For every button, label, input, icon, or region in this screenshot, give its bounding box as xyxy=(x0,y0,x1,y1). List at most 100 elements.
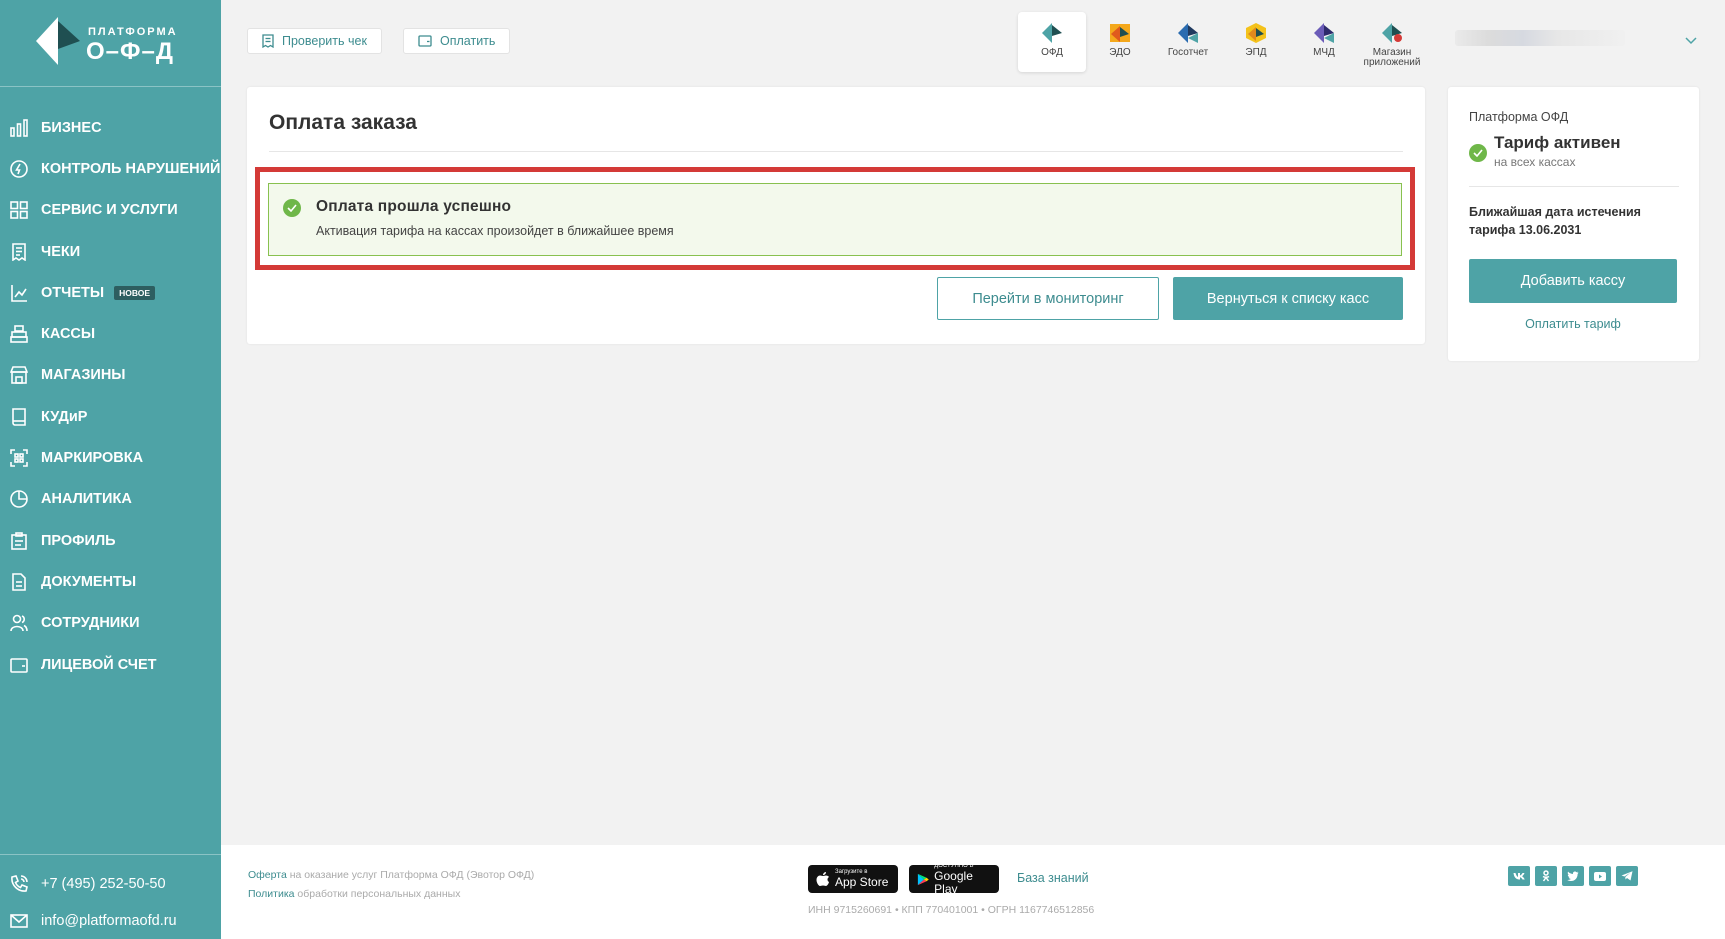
sidebar-item-label: МАРКИРОВКА xyxy=(41,450,144,467)
success-title: Оплата прошла успешно xyxy=(316,198,512,215)
phone-number: +7 (495) 252-50-50 xyxy=(41,875,166,892)
company-requisites: ИНН 9715260691 • КПП 770401001 • ОГРН 11… xyxy=(808,904,1095,916)
cash-register-icon xyxy=(9,324,29,344)
sidebar-item-kudir[interactable]: КУДиР xyxy=(0,396,221,437)
twitter-icon[interactable] xyxy=(1562,866,1584,886)
sidebar-item-analytics[interactable]: АНАЛИТИКА xyxy=(0,479,221,520)
sidebar-item-profile[interactable]: ПРОФИЛЬ xyxy=(0,520,221,561)
sidebar-item-marking[interactable]: МАРКИРОВКА xyxy=(0,437,221,478)
wallet-icon xyxy=(9,655,29,675)
apple-icon xyxy=(816,872,829,886)
tariff-status-sub: на всех кассах xyxy=(1494,155,1576,169)
offer-link[interactable]: Оферта xyxy=(248,869,287,881)
app-store-icon xyxy=(1382,23,1402,43)
logo-mark-icon xyxy=(36,17,80,65)
youtube-icon[interactable] xyxy=(1589,866,1611,886)
app-label: Магазин приложений xyxy=(1363,47,1421,68)
app-ofd[interactable]: ОФД xyxy=(1018,12,1086,72)
sidebar-item-services[interactable]: СЕРВИС И УСЛУГИ xyxy=(0,190,221,231)
sidebar-item-label: КУДиР xyxy=(41,408,88,425)
sidebar: ПЛАТФОРМА О–Ф–Д БИЗНЕС КОНТРОЛЬ НАРУШЕНИ… xyxy=(0,0,221,939)
google-play-icon xyxy=(917,873,929,885)
logo[interactable]: ПЛАТФОРМА О–Ф–Д xyxy=(0,0,221,87)
bar-chart-icon xyxy=(9,118,29,138)
grid-icon xyxy=(9,200,29,220)
account-menu[interactable] xyxy=(1455,24,1715,54)
back-to-registers-button[interactable]: Вернуться к списку касс xyxy=(1173,277,1403,320)
app-label: ЭДО xyxy=(1109,47,1131,58)
app-edo[interactable]: ЭДО xyxy=(1086,12,1154,72)
app-epd[interactable]: ЭПД xyxy=(1222,12,1290,72)
account-name-blurred xyxy=(1455,30,1625,46)
edo-app-icon xyxy=(1110,24,1130,42)
legal-links: Оферта на оказание услуг Платформа ОФД (… xyxy=(248,866,534,904)
users-icon xyxy=(9,613,29,633)
sidebar-item-shops[interactable]: МАГАЗИНЫ xyxy=(0,355,221,396)
logo-top-text: ПЛАТФОРМА xyxy=(88,26,178,38)
app-label: Госотчет xyxy=(1167,47,1209,58)
app-switcher: ОФД ЭДО Госотчет ЭПД МЧД Магазин приложе… xyxy=(1018,12,1426,72)
sidebar-item-registers[interactable]: КАССЫ xyxy=(0,313,221,354)
sidebar-item-label: МАГАЗИНЫ xyxy=(41,367,126,384)
shop-icon xyxy=(9,365,29,385)
app-gosotchet[interactable]: Госотчет xyxy=(1154,12,1222,72)
app-label: ОФД xyxy=(1041,47,1063,58)
sidebar-item-receipts[interactable]: ЧЕКИ xyxy=(0,231,221,272)
sidebar-item-violations[interactable]: КОНТРОЛЬ НАРУШЕНИЙ xyxy=(0,148,221,189)
lightning-circle-icon xyxy=(9,159,29,179)
epd-app-icon xyxy=(1246,23,1266,43)
policy-text: обработки персональных данных xyxy=(294,888,461,900)
receipt-icon xyxy=(262,34,274,48)
sidebar-nav: БИЗНЕС КОНТРОЛЬ НАРУШЕНИЙ СЕРВИС И УСЛУГ… xyxy=(0,87,221,685)
sidebar-contacts: +7 (495) 252-50-50 info@platformaofd.ru xyxy=(0,854,221,939)
pay-label: Оплатить xyxy=(440,34,496,48)
gosotchet-app-icon xyxy=(1178,23,1198,43)
pay-tariff-link[interactable]: Оплатить тариф xyxy=(1469,317,1677,331)
sidebar-item-business[interactable]: БИЗНЕС xyxy=(0,107,221,148)
mchd-app-icon xyxy=(1314,23,1334,43)
add-register-button[interactable]: Добавить кассу xyxy=(1469,259,1677,303)
sidebar-item-label: КАССЫ xyxy=(41,326,96,343)
app-store-badge[interactable]: Загрузите в App Store xyxy=(808,865,898,893)
tariff-expiry: Ближайшая дата истечения тарифа 13.06.20… xyxy=(1469,205,1641,237)
receipt-icon xyxy=(9,242,29,262)
check-circle-icon xyxy=(1469,144,1487,162)
google-play-badge[interactable]: ДОСТУПНО В Google Play xyxy=(909,863,999,895)
go-to-monitoring-button[interactable]: Перейти в мониторинг xyxy=(937,277,1159,320)
app-label: ЭПД xyxy=(1245,47,1267,58)
page-title: Оплата заказа xyxy=(269,111,417,134)
tariff-provider: Платформа ОФД xyxy=(1469,110,1569,124)
ok-icon[interactable] xyxy=(1535,866,1557,886)
sidebar-item-employees[interactable]: СОТРУДНИКИ xyxy=(0,603,221,644)
sidebar-item-label: БИЗНЕС xyxy=(41,119,102,136)
app-label: МЧД xyxy=(1313,47,1335,58)
knowledge-base-link[interactable]: База знаний xyxy=(1017,871,1089,885)
phone-icon xyxy=(9,874,29,894)
policy-link[interactable]: Политика xyxy=(248,888,295,900)
phone-link[interactable]: +7 (495) 252-50-50 xyxy=(0,865,221,902)
sidebar-item-reports[interactable]: ОТЧЕТЫ НОВОЕ xyxy=(0,272,221,313)
pay-button[interactable]: Оплатить xyxy=(403,28,511,54)
sidebar-item-label: ПРОФИЛЬ xyxy=(41,532,116,549)
vk-icon[interactable] xyxy=(1508,866,1530,886)
sidebar-item-account[interactable]: ЛИЦЕВОЙ СЧЕТ xyxy=(0,644,221,685)
social-links xyxy=(1508,866,1643,886)
success-text: Активация тарифа на кассах произойдет в … xyxy=(316,224,674,238)
telegram-icon[interactable] xyxy=(1616,866,1638,886)
divider xyxy=(269,151,1403,152)
check-receipt-button[interactable]: Проверить чек xyxy=(247,28,382,54)
new-badge: НОВОЕ xyxy=(114,285,156,300)
mail-icon xyxy=(9,911,29,931)
app-store[interactable]: Магазин приложений xyxy=(1358,12,1426,72)
email-link[interactable]: info@platformaofd.ru xyxy=(0,902,221,939)
sidebar-item-label: АНАЛИТИКА xyxy=(41,491,132,508)
order-payment-card: Оплата заказа Оплата прошла успешно Акти… xyxy=(247,87,1425,344)
sidebar-item-documents[interactable]: ДОКУМЕНТЫ xyxy=(0,561,221,602)
check-receipt-label: Проверить чек xyxy=(282,34,367,48)
offer-text: на оказание услуг Платформа ОФД (Эвотор … xyxy=(286,869,535,881)
report-chart-icon xyxy=(9,283,29,303)
divider xyxy=(1469,186,1679,187)
sidebar-item-label: ЧЕКИ xyxy=(41,243,81,260)
app-mchd[interactable]: МЧД xyxy=(1290,12,1358,72)
pie-chart-icon xyxy=(9,489,29,509)
